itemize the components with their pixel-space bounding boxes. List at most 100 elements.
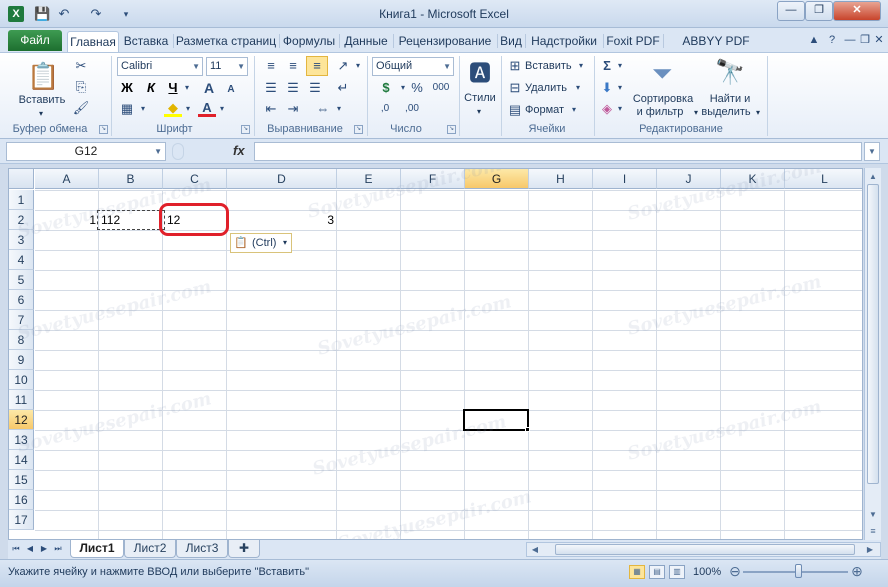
styles-button-label[interactable]: Стили [460,92,500,105]
decrease-indent-icon[interactable]: ⇤ [262,100,280,118]
scroll-right-icon[interactable]: ▶ [864,543,876,556]
delete-cells-icon[interactable]: ⊟ [506,79,524,97]
workbook-minimize-icon[interactable]: — [842,32,858,48]
last-sheet-icon[interactable]: ⏭ [52,542,64,556]
delete-dropdown-icon[interactable]: ▾ [573,79,583,97]
borders-icon[interactable]: ▦ [118,100,136,118]
clear-dropdown-icon[interactable]: ▾ [615,100,625,118]
tab-abbyy-pdf[interactable]: ABBYY PDF Transfo [664,31,768,68]
row-header-5[interactable]: 5 [9,270,34,290]
row-header-16[interactable]: 16 [9,490,34,510]
tab-formulas[interactable]: Формулы [280,31,338,52]
font-color-icon[interactable]: A [198,99,216,117]
insert-sheet-icon[interactable]: ✚ [228,540,260,558]
column-header-a[interactable]: A [35,169,99,189]
orientation-dropdown-icon[interactable]: ▾ [353,57,363,75]
font-name-combo[interactable]: Calibri ▼ [117,57,203,76]
format-cells-icon[interactable]: ▤ [506,101,524,119]
zoom-slider-thumb[interactable] [795,564,802,578]
row-header-15[interactable]: 15 [9,470,34,490]
normal-view-icon[interactable]: ▦ [629,565,645,579]
column-header-c[interactable]: C [163,169,227,189]
row-header-7[interactable]: 7 [9,310,34,330]
tab-addins[interactable]: Надстройки [526,31,602,52]
fill-down-icon[interactable]: ⬇ [598,79,616,97]
font-launcher-icon[interactable]: ↘ [241,125,250,134]
merge-center-icon[interactable]: ⇔ [314,100,332,118]
paste-icon[interactable]: 📋 [27,59,59,93]
align-center-icon[interactable]: ☰ [284,79,302,97]
number-launcher-icon[interactable]: ↘ [447,125,456,134]
alignment-launcher-icon[interactable]: ↘ [354,125,363,134]
thousands-separator-button[interactable]: 000 [429,79,453,97]
format-dropdown-icon[interactable]: ▾ [569,101,579,119]
format-painter-icon[interactable]: 🖌 [72,99,90,117]
zoom-level[interactable]: 100% [693,566,721,578]
align-top-icon[interactable]: ≡ [262,57,280,75]
sheet-tab-1[interactable]: Лист1 [70,540,124,558]
insert-cells-button[interactable]: Вставить [525,58,572,74]
row-header-2[interactable]: 2 [9,210,34,230]
column-header-f[interactable]: F [401,169,465,189]
tab-home[interactable]: Главная [67,31,119,52]
row-header-10[interactable]: 10 [9,370,34,390]
sheet-tab-3[interactable]: Лист3 [176,540,228,558]
tab-review[interactable]: Рецензирование [394,31,496,52]
find-select-icon[interactable]: 🔭 [713,57,747,89]
fill-color-icon[interactable]: ◆ [164,99,182,117]
column-header-i[interactable]: I [593,169,657,189]
tab-data[interactable]: Данные [340,31,392,52]
align-left-icon[interactable]: ☰ [262,79,280,97]
font-size-combo[interactable]: 11 ▼ [206,57,248,76]
tab-page-layout[interactable]: Разметка страниц [174,31,278,52]
cell-a2[interactable]: 1 [35,211,98,230]
row-header-14[interactable]: 14 [9,450,34,470]
bold-button[interactable]: Ж [118,79,136,97]
column-header-b[interactable]: B [99,169,163,189]
formula-input[interactable] [254,142,862,161]
vertical-scrollbar[interactable]: ▲ ▼ ≡ [864,168,881,540]
styles-dropdown-icon[interactable]: ▾ [472,105,486,118]
number-format-combo[interactable]: Общий ▼ [372,57,454,76]
underline-button[interactable]: Ч [164,79,182,97]
insert-function-button[interactable]: fx [233,143,245,158]
find-select-dropdown-icon[interactable]: ▾ [753,106,763,119]
first-sheet-icon[interactable]: ⏮ [10,542,22,556]
horizontal-scroll-thumb[interactable] [555,544,855,555]
prev-sheet-icon[interactable]: ◀ [24,542,36,556]
row-header-8[interactable]: 8 [9,330,34,350]
name-box[interactable]: G12 ▼ [6,142,166,161]
paste-dropdown-icon[interactable]: ▾ [34,107,48,120]
align-middle-icon[interactable]: ≡ [284,57,302,75]
restore-button[interactable]: ❐ [805,1,833,21]
copy-icon[interactable]: ⎘ [72,78,90,96]
cut-icon[interactable]: ✂ [72,57,90,75]
row-header-12[interactable]: 12 [9,410,34,430]
underline-dropdown-icon[interactable]: ▾ [182,79,192,97]
percent-style-button[interactable]: % [408,79,426,97]
decrease-decimal-button[interactable]: ,00 [400,100,424,118]
shrink-font-button[interactable]: A [222,81,240,99]
next-sheet-icon[interactable]: ▶ [38,542,50,556]
split-box-icon[interactable]: ≡ [866,524,880,538]
sort-filter-line1[interactable]: Сортировка [628,93,698,106]
workbook-close-icon[interactable]: ✕ [871,32,887,48]
tab-view[interactable]: Вид [498,31,524,52]
find-select-line1[interactable]: Найти и [700,93,760,106]
close-button[interactable]: ✕ [833,1,881,21]
increase-decimal-button[interactable]: ,0 [374,100,396,118]
active-cell-g12[interactable] [463,409,529,431]
insert-cells-icon[interactable]: ⊞ [506,57,524,75]
column-header-d[interactable]: D [227,169,337,189]
row-header-17[interactable]: 17 [9,510,34,530]
clear-icon[interactable]: ◈ [598,100,616,118]
italic-button[interactable]: К [142,79,160,97]
delete-cells-button[interactable]: Удалить [525,80,567,96]
fill-dropdown-icon[interactable]: ▾ [615,79,625,97]
align-bottom-icon[interactable]: ≡ [306,56,328,76]
formula-bar-expand-icon[interactable]: ▼ [864,142,880,161]
column-header-e[interactable]: E [337,169,401,189]
select-all-corner[interactable] [9,169,34,189]
paste-options-button[interactable]: 📋 (Ctrl) ▾ [230,233,292,253]
help-up-icon[interactable]: ▲ [806,32,822,48]
